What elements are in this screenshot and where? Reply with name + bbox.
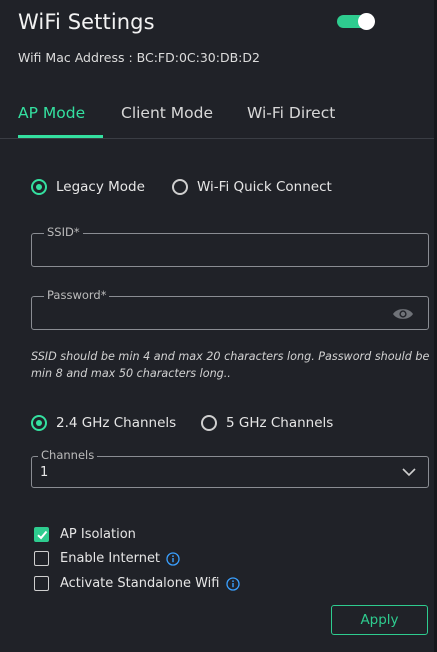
channels-select[interactable]: Channels 1: [31, 448, 429, 488]
radio-circle: [201, 415, 217, 431]
radio-5ghz-channels[interactable]: 5 GHz Channels: [201, 415, 333, 431]
eye-icon[interactable]: [392, 307, 414, 321]
radio-circle: [31, 415, 47, 431]
radio-circle: [31, 179, 47, 195]
radio-wifi-quick-connect[interactable]: Wi-Fi Quick Connect: [172, 179, 332, 195]
checkbox-enable-internet[interactable]: Enable Internet: [34, 551, 180, 566]
checkbox-label: AP Isolation: [60, 527, 136, 542]
wifi-settings-panel: WiFi Settings Wifi Mac Address : BC:FD:0…: [0, 0, 437, 652]
toggle-knob: [358, 13, 375, 30]
checkbox-box: [34, 576, 49, 591]
tab-wifi-direct[interactable]: Wi-Fi Direct: [247, 104, 335, 122]
password-input[interactable]: [32, 297, 428, 329]
channels-label: Channels: [38, 448, 98, 462]
validation-hint: SSID should be min 4 and max 20 characte…: [31, 350, 430, 380]
apply-button[interactable]: Apply: [331, 605, 428, 635]
wifi-toggle[interactable]: [337, 13, 375, 30]
radio-circle: [172, 179, 188, 195]
radio-2-4ghz-channels[interactable]: 2.4 GHz Channels: [31, 415, 176, 431]
ssid-input[interactable]: [32, 234, 428, 266]
radio-legacy-mode[interactable]: Legacy Mode: [31, 179, 145, 195]
mode-tabs: AP Mode Client Mode Wi-Fi Direct: [0, 92, 437, 139]
radio-label: Wi-Fi Quick Connect: [197, 179, 332, 195]
chevron-down-icon: [402, 468, 416, 477]
tab-ap-mode[interactable]: AP Mode: [18, 104, 85, 122]
radio-label: 2.4 GHz Channels: [56, 415, 177, 431]
checkmark-icon: [37, 530, 48, 540]
checkbox-box: [34, 527, 49, 542]
checkbox-label: Activate Standalone Wifi: [60, 576, 220, 591]
checkbox-box: [34, 551, 49, 566]
mac-address: Wifi Mac Address : BC:FD:0C:30:DB:D2: [18, 50, 260, 65]
channels-value: 1: [40, 465, 49, 480]
checkbox-ap-isolation[interactable]: AP Isolation: [34, 527, 136, 542]
tab-client-mode[interactable]: Client Mode: [121, 104, 213, 122]
radio-label: Legacy Mode: [56, 179, 145, 195]
ssid-field[interactable]: SSID*: [31, 225, 429, 267]
info-icon[interactable]: [166, 551, 180, 566]
password-field[interactable]: Password*: [31, 288, 429, 330]
radio-label: 5 GHz Channels: [226, 415, 334, 431]
checkbox-activate-standalone-wifi[interactable]: Activate Standalone Wifi: [34, 576, 240, 591]
checkbox-label: Enable Internet: [60, 551, 161, 566]
active-tab-indicator: [18, 135, 103, 138]
info-icon[interactable]: [225, 576, 240, 591]
